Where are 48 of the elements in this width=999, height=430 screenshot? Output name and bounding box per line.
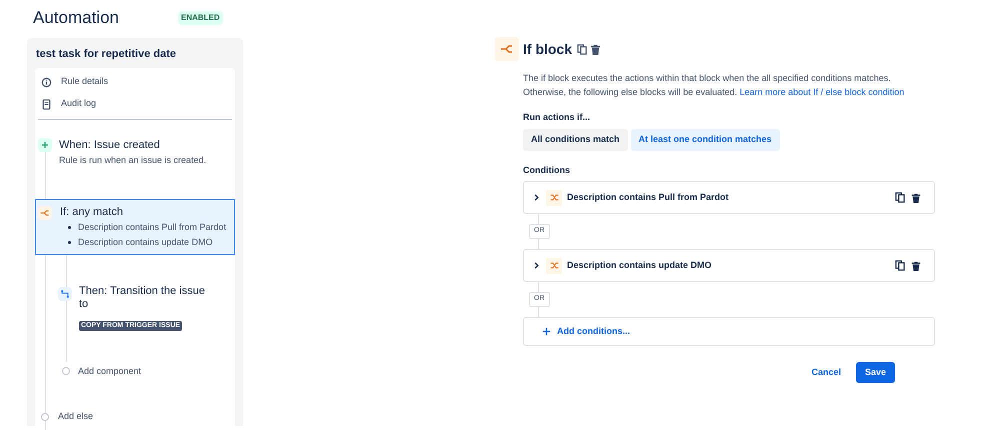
info-icon <box>41 76 52 88</box>
if-block-step[interactable]: If: any match Description contains Pull from Pardot Description contains update DMO <box>35 198 235 254</box>
plus-icon <box>542 327 551 336</box>
chevron-icon[interactable] <box>533 262 540 269</box>
condition-item: Description contains Pull from Pardot <box>78 220 226 234</box>
if-title: If: any match <box>60 204 124 220</box>
sidebar-menu-item[interactable]: Audit log <box>61 97 96 111</box>
action-title[interactable]: Then: Transition the issue to <box>79 284 224 310</box>
bullet-icon <box>68 226 71 228</box>
condition-item: Description contains update DMO <box>78 236 213 248</box>
add-component-link[interactable]: Add component <box>78 364 142 378</box>
copy-icon[interactable] <box>895 260 906 271</box>
transition-icon <box>58 286 72 300</box>
panel-title: If block <box>523 40 572 58</box>
branch-icon <box>495 37 519 61</box>
condition-label: Description contains update DMO <box>567 258 713 272</box>
trash-icon[interactable] <box>911 193 921 203</box>
page-title: Automation <box>33 7 120 30</box>
branch-icon <box>38 206 52 220</box>
copy-icon[interactable] <box>895 192 906 203</box>
add-conditions-row[interactable]: Add conditions... <box>523 317 935 346</box>
condition-row[interactable]: Description contains update DMO <box>523 249 935 282</box>
shuffle-icon <box>546 190 562 206</box>
add-else-link[interactable]: Add else <box>58 410 94 424</box>
save-button[interactable]: Save <box>856 362 895 383</box>
trash-icon[interactable] <box>911 261 921 271</box>
sidebar-menu-item[interactable]: Rule details <box>61 75 108 89</box>
trigger-description: Rule is run when an issue is created. <box>59 154 206 167</box>
option-button[interactable]: At least one condition matches <box>630 128 780 150</box>
trash-icon[interactable] <box>590 44 602 54</box>
add-conditions-link[interactable]: Add conditions... <box>557 324 630 338</box>
shuffle-icon <box>546 258 562 274</box>
learn-more-link[interactable]: Learn more about If / else block condition <box>740 87 904 97</box>
status-badge: ENABLED <box>178 11 223 25</box>
copy-icon[interactable] <box>577 44 588 54</box>
condition-label: Description contains Pull from Pardot <box>567 190 730 204</box>
bullet-icon <box>68 240 71 244</box>
document-icon <box>41 98 52 110</box>
chevron-icon[interactable] <box>533 194 540 201</box>
cancel-button[interactable]: Cancel <box>806 362 846 383</box>
plus-icon <box>38 138 52 152</box>
conditions-label: Conditions <box>523 164 571 176</box>
condition-row[interactable]: Description contains Pull from Pardot <box>523 181 935 214</box>
trigger-title[interactable]: When: Issue created <box>59 137 206 153</box>
rule-name: test task for repetitive date <box>35 47 177 62</box>
description-text: The if block executes the actions within that block when the all specified conditions matches. Otherwise, the following else blocks will be evaluated. Learn more about If / else block condition <box>523 72 906 99</box>
option-button[interactable]: All conditions match <box>523 128 628 150</box>
run-actions-label: Run actions if... <box>523 111 592 124</box>
